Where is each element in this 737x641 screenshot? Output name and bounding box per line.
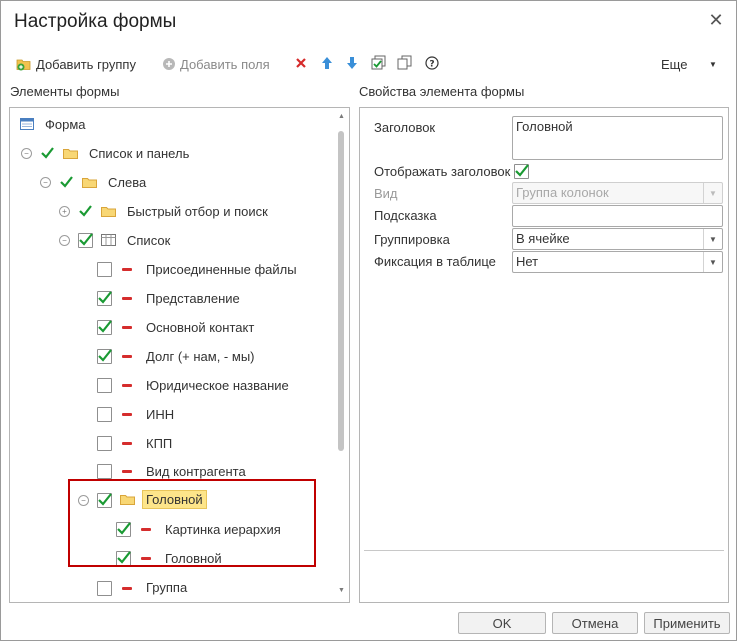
tree-item-list-and-panel[interactable]: Список и панель (89, 146, 189, 161)
folder-icon (63, 149, 78, 159)
add-fields-icon (163, 58, 175, 70)
dialog-title: Настройка формы (14, 11, 177, 32)
scroll-up-icon[interactable]: ▲ (338, 113, 345, 120)
checkbox[interactable] (97, 378, 112, 393)
kind-value: Группа колонок (516, 185, 609, 200)
grouping-select[interactable]: В ячейке ▼ (512, 228, 723, 250)
checkbox[interactable] (97, 407, 112, 422)
delete-icon[interactable] (293, 55, 309, 71)
add-fields-button[interactable]: Добавить поля (162, 55, 270, 73)
chevron-down-icon: ▼ (703, 183, 722, 203)
table-icon (101, 234, 116, 246)
hint-label: Подсказка (374, 208, 437, 223)
tree-item-field[interactable]: Присоединенные файлы (146, 262, 297, 277)
scroll-down-icon[interactable]: ▼ (338, 587, 345, 594)
add-group-label: Добавить группу (36, 56, 136, 72)
field-icon (122, 587, 132, 590)
fix-in-table-label: Фиксация в таблице (374, 254, 496, 269)
more-label: Еще (661, 56, 688, 72)
expand-icon[interactable]: + (59, 206, 70, 217)
add-fields-label: Добавить поля (180, 56, 270, 72)
scrollbar-thumb[interactable] (338, 131, 344, 451)
highlight-frame (68, 479, 316, 567)
grouping-value: В ячейке (516, 231, 570, 246)
tree-item-form[interactable]: Форма (45, 117, 86, 132)
more-button[interactable]: Еще (661, 55, 687, 73)
field-icon (122, 470, 132, 473)
form-icon (20, 118, 34, 130)
field-icon (122, 297, 132, 300)
more-dropdown-icon[interactable]: ▼ (709, 55, 717, 73)
field-icon (122, 442, 132, 445)
checkmark-icon[interactable] (60, 175, 73, 188)
checkbox[interactable] (97, 436, 112, 451)
checkbox[interactable] (97, 262, 112, 277)
tree-item-group[interactable]: Группа (146, 580, 187, 595)
field-icon (122, 268, 132, 271)
hint-field[interactable] (512, 205, 723, 227)
field-icon (122, 355, 132, 358)
svg-text:?: ? (429, 60, 434, 70)
checkmark-icon[interactable] (79, 204, 92, 217)
title-field[interactable]: Головной (512, 116, 723, 160)
properties-divider (364, 550, 724, 551)
tree-item-left[interactable]: Слева (108, 175, 146, 190)
field-icon (122, 326, 132, 329)
move-up-icon[interactable] (319, 55, 335, 71)
tree-item-list[interactable]: Список (127, 233, 170, 248)
ok-button[interactable]: OK (458, 612, 546, 634)
kind-label: Вид (374, 186, 398, 201)
tree-item-field[interactable]: КПП (146, 436, 172, 451)
chevron-down-icon[interactable]: ▼ (703, 229, 722, 249)
checkbox-checked[interactable] (97, 291, 112, 306)
check-all-icon[interactable] (371, 55, 387, 71)
collapse-icon[interactable]: − (59, 235, 70, 246)
checkbox[interactable] (97, 464, 112, 479)
tree-item-quick-filter[interactable]: Быстрый отбор и поиск (127, 204, 268, 219)
tree-scrollbar[interactable] (338, 131, 344, 579)
fix-in-table-select[interactable]: Нет ▼ (512, 251, 723, 273)
checkmark-icon[interactable] (41, 146, 54, 159)
field-icon (122, 384, 132, 387)
show-title-label: Отображать заголовок (374, 164, 511, 179)
title-value: Головной (516, 119, 573, 134)
move-down-icon[interactable] (344, 55, 360, 71)
checkbox-checked[interactable] (78, 233, 93, 248)
folder-icon (101, 207, 116, 217)
folder-icon (82, 178, 97, 188)
form-elements-header: Элементы формы (10, 84, 120, 99)
checkbox-checked[interactable] (97, 320, 112, 335)
field-icon (122, 413, 132, 416)
add-group-button[interactable]: Добавить группу (16, 55, 136, 73)
collapse-icon[interactable]: − (21, 148, 32, 159)
close-icon[interactable]: ✕ (708, 11, 724, 29)
tree-item-field[interactable]: Представление (146, 291, 240, 306)
cancel-button[interactable]: Отмена (552, 612, 638, 634)
kind-select: Группа колонок ▼ (512, 182, 723, 204)
tree-item-field[interactable]: Вид контрагента (146, 464, 246, 479)
tree-item-field[interactable]: ИНН (146, 407, 174, 422)
checkbox-checked[interactable] (97, 349, 112, 364)
tree-item-field[interactable]: Юридическое название (146, 378, 289, 393)
tree-item-field[interactable]: Основной контакт (146, 320, 254, 335)
form-element-properties-header: Свойства элемента формы (359, 84, 525, 99)
fix-in-table-value: Нет (516, 254, 539, 269)
checkbox[interactable] (97, 581, 112, 596)
apply-button[interactable]: Применить (644, 612, 730, 634)
show-title-checkbox[interactable] (514, 164, 529, 179)
collapse-icon[interactable]: − (40, 177, 51, 188)
form-settings-dialog: Настройка формы ✕ Добавить группу Добави… (0, 0, 737, 641)
title-label: Заголовок (374, 120, 436, 135)
copy-icon[interactable] (397, 55, 413, 71)
add-group-icon (16, 59, 31, 71)
toolbar: Добавить группу Добавить поля ? Еще ▼ (1, 51, 736, 77)
tree-item-field[interactable]: Долг (+ нам, - мы) (146, 349, 255, 364)
chevron-down-icon[interactable]: ▼ (703, 252, 722, 272)
grouping-label: Группировка (374, 232, 450, 247)
help-icon[interactable]: ? (424, 55, 440, 71)
